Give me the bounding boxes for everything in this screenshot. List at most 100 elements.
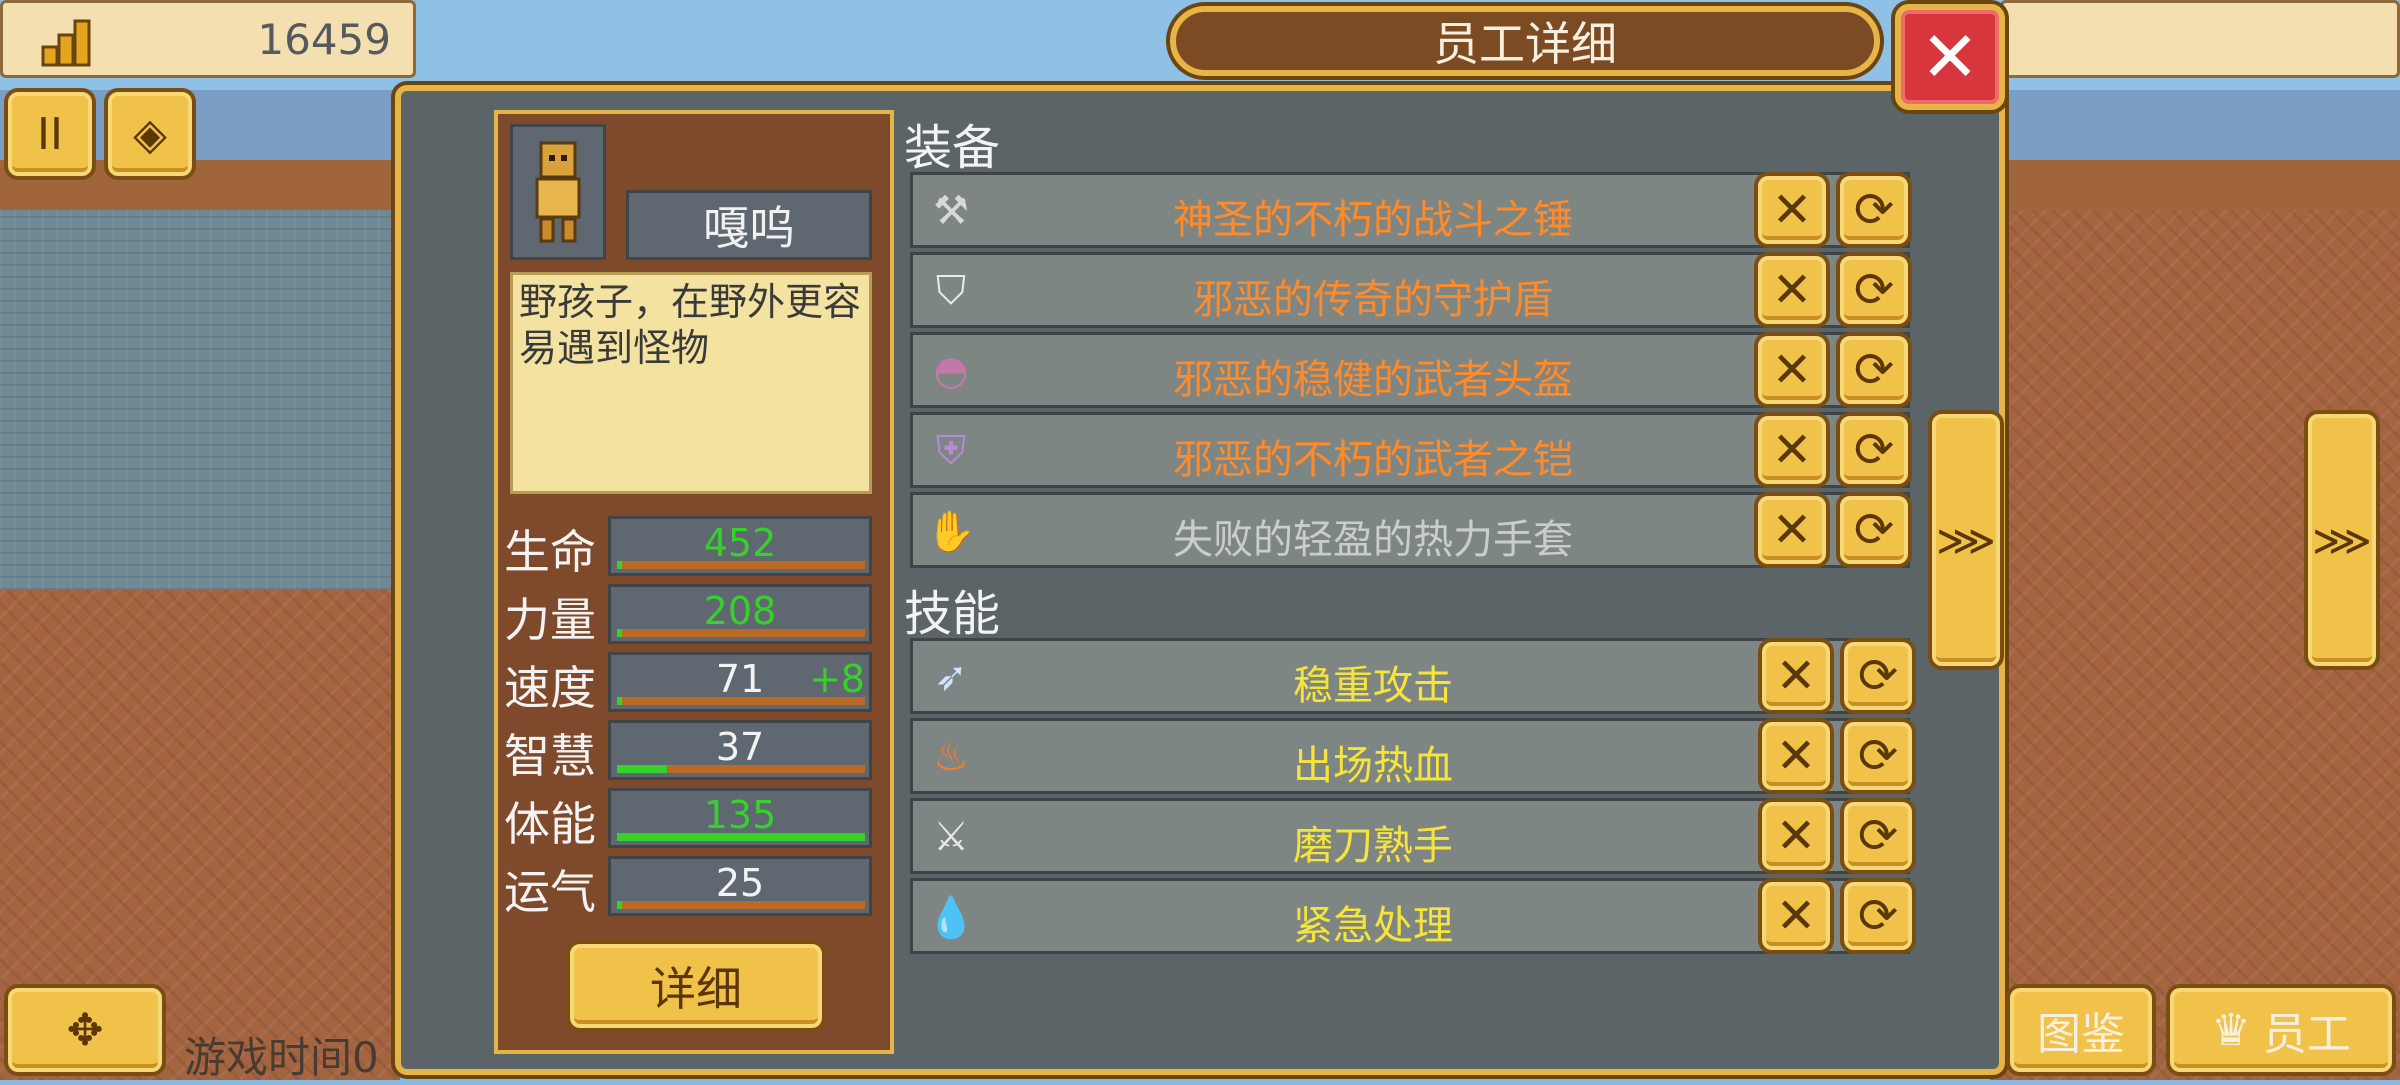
stat-bar-track	[617, 901, 865, 909]
skills-heading: 技能	[904, 586, 1001, 642]
unequip-button[interactable]: ✕	[1754, 492, 1830, 568]
pause-icon: II	[37, 108, 63, 160]
swap-button[interactable]: ⟳	[1836, 332, 1912, 408]
unequip-button[interactable]: ✕	[1754, 172, 1830, 248]
stat-bonus: +8	[808, 657, 865, 701]
close-icon: ✕	[1771, 422, 1813, 478]
swap-icon: ⟳	[1857, 648, 1899, 704]
stat-value: 37	[715, 725, 765, 769]
employee-portrait	[510, 124, 606, 260]
stat-label-hp: 生命	[504, 525, 596, 579]
stat-bar-track	[617, 629, 865, 637]
stat-label-strength: 力量	[504, 593, 596, 647]
close-icon: ✕	[1771, 342, 1813, 398]
swap-skill-button[interactable]: ⟳	[1840, 718, 1916, 794]
next-employee-button[interactable]: ⋙	[1928, 410, 2004, 670]
swap-icon: ⟳	[1853, 262, 1895, 318]
stat-label-luck: 运气	[504, 865, 596, 919]
swap-button[interactable]: ⟳	[1836, 252, 1912, 328]
equipment-name: 神圣的不朽的战斗之锤	[1173, 197, 1573, 243]
staff-label: 员工	[2262, 1009, 2351, 1060]
panel-title: 员工详细	[1170, 6, 1880, 76]
page-next-button[interactable]: ⋙	[2304, 410, 2380, 670]
swap-icon: ⟳	[1853, 502, 1895, 558]
coin-stack-icon	[39, 17, 99, 67]
swap-icon: ⟳	[1853, 422, 1895, 478]
swap-skill-button[interactable]: ⟳	[1840, 878, 1916, 954]
swap-button[interactable]: ⟳	[1836, 412, 1912, 488]
crown-icon: ♛	[2211, 1004, 2251, 1056]
remove-skill-button[interactable]: ✕	[1758, 878, 1834, 954]
armor-icon: ⛨	[936, 428, 966, 474]
double-right-arrow-icon: ⋙	[2312, 515, 2372, 565]
glove-icon: ✋	[926, 508, 976, 555]
stat-label-stamina: 体能	[504, 797, 596, 851]
gem-icon: ◈	[133, 108, 167, 160]
stat-bar-fill	[617, 901, 622, 909]
equipment-heading: 装备	[904, 120, 1001, 176]
speed-button[interactable]: ◈	[104, 88, 196, 180]
stat-value: 208	[703, 589, 777, 633]
helmet-icon: ◓	[933, 348, 969, 394]
stat-strength: 208	[608, 584, 872, 644]
hammer-icon: ⚒	[933, 188, 969, 234]
top-bar-right	[2000, 0, 2400, 78]
equipment-name: 邪恶的稳健的武者头盔	[1173, 357, 1573, 403]
character-sprite-icon	[535, 141, 581, 243]
remove-skill-button[interactable]: ✕	[1758, 798, 1834, 874]
skill-name: 紧急处理	[1293, 903, 1453, 949]
close-icon: ✕	[1775, 728, 1817, 784]
flame-icon: ♨	[933, 734, 969, 780]
remove-skill-button[interactable]: ✕	[1758, 718, 1834, 794]
shield-icon: ⛉	[936, 268, 966, 314]
stat-bar-track	[617, 833, 865, 841]
stat-wisdom: 37	[608, 720, 872, 780]
slash-icon: ➶	[934, 654, 968, 700]
close-button[interactable]: ✕	[1895, 4, 2005, 110]
stat-hp: 452	[608, 516, 872, 576]
stat-bar-track	[617, 561, 865, 569]
close-icon: ✕	[1771, 182, 1813, 238]
stat-value: 135	[703, 793, 777, 837]
remove-skill-button[interactable]: ✕	[1758, 638, 1834, 714]
swap-skill-button[interactable]: ⟳	[1840, 798, 1916, 874]
pause-button[interactable]: II	[4, 88, 96, 180]
double-right-arrow-icon: ⋙	[1936, 515, 1996, 565]
codex-button[interactable]: 图鉴	[2006, 984, 2156, 1076]
swap-skill-button[interactable]: ⟳	[1840, 638, 1916, 714]
swap-icon: ⟳	[1857, 728, 1899, 784]
stat-bar-fill	[617, 697, 622, 705]
ground-strip-right	[1990, 160, 2400, 210]
detail-button[interactable]: 详细	[566, 940, 826, 1032]
skill-name: 出场热血	[1293, 743, 1453, 789]
stat-value: 452	[703, 521, 777, 565]
stat-bar-fill	[617, 765, 667, 773]
close-icon: ✕	[1775, 808, 1817, 864]
employee-name: 嘎呜	[626, 190, 872, 260]
game-time: 游戏时间0	[184, 1033, 379, 1082]
stone-wall-left	[0, 210, 400, 590]
swap-button[interactable]: ⟳	[1836, 492, 1912, 568]
unequip-button[interactable]: ✕	[1754, 332, 1830, 408]
equipment-name: 失败的轻盈的热力手套	[1173, 517, 1573, 563]
stat-bar-fill	[617, 833, 865, 841]
close-icon: ✕	[1775, 888, 1817, 944]
equipment-name: 邪恶的不朽的武者之铠	[1173, 437, 1573, 483]
swap-icon: ⟳	[1857, 808, 1899, 864]
stat-label-speed: 速度	[504, 661, 596, 715]
stat-bar-track	[617, 697, 865, 705]
swap-icon: ⟳	[1853, 182, 1895, 238]
coins-value: 16459	[257, 15, 391, 64]
close-icon: ✕	[1771, 502, 1813, 558]
skill-name: 磨刀熟手	[1293, 823, 1453, 869]
swap-icon: ⟳	[1853, 342, 1895, 398]
stat-bar-track	[617, 765, 865, 773]
swap-icon: ⟳	[1857, 888, 1899, 944]
potion-icon: 💧	[926, 894, 976, 941]
swap-button[interactable]: ⟳	[1836, 172, 1912, 248]
move-button[interactable]: ✥	[4, 984, 166, 1076]
unequip-button[interactable]: ✕	[1754, 412, 1830, 488]
unequip-button[interactable]: ✕	[1754, 252, 1830, 328]
close-icon: ✕	[1920, 16, 1980, 98]
staff-button[interactable]: ♛ 员工	[2166, 984, 2396, 1076]
